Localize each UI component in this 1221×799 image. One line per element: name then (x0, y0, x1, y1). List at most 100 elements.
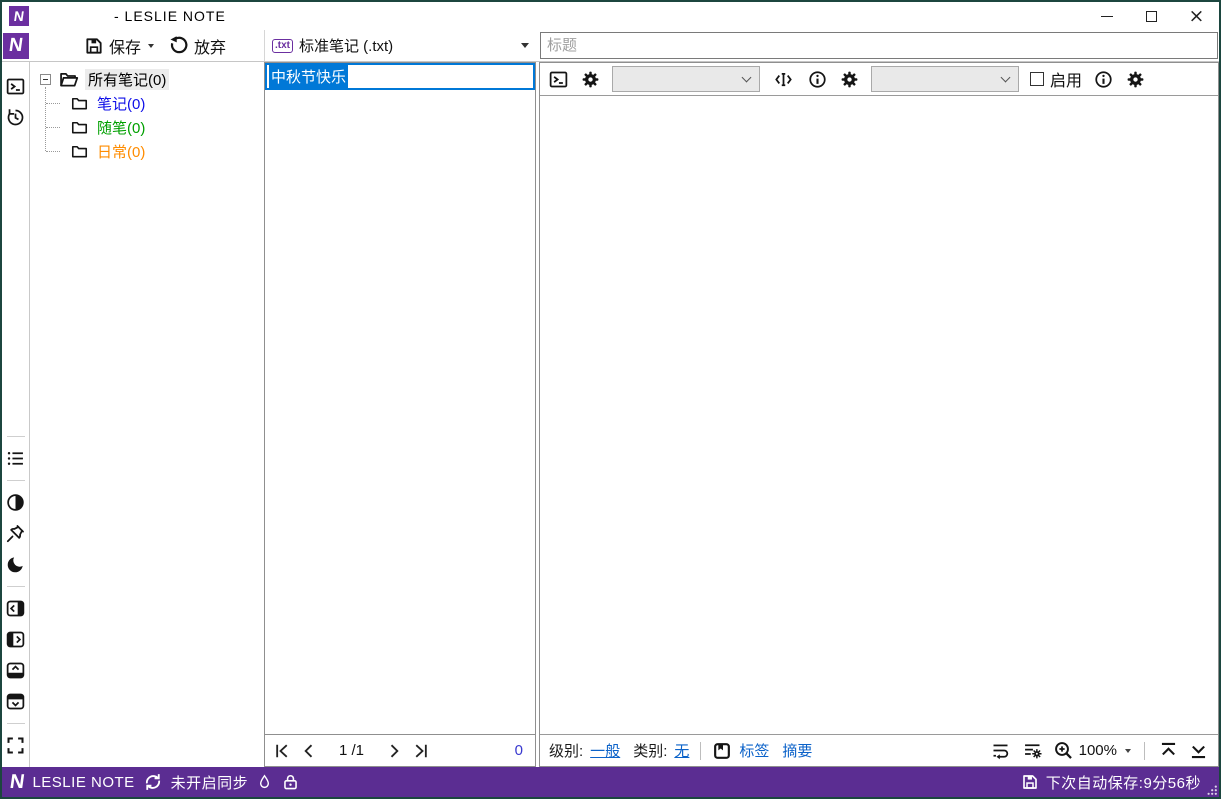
enable-checkbox-group[interactable]: 启用 (1030, 67, 1082, 91)
note-list-body[interactable] (265, 90, 535, 734)
ink-drop-icon[interactable] (256, 772, 273, 792)
maximize-button[interactable] (1129, 2, 1174, 30)
folder-tree: 所有笔记(0) 笔记(0) 随笔(0) 日常(0) (30, 62, 264, 767)
sync-status[interactable]: 未开启同步 (171, 772, 249, 793)
note-item-selected-text: 中秋节快乐 (269, 65, 349, 88)
info-icon[interactable] (807, 69, 828, 90)
chevron-down-icon (741, 72, 752, 82)
maximize-icon (1146, 10, 1157, 22)
list-settings-button[interactable] (1021, 740, 1044, 761)
resize-grip[interactable] (1206, 784, 1218, 796)
zoom-in-icon (1053, 740, 1074, 761)
dark-mode-button[interactable] (5, 554, 26, 575)
title-bar: N - LESLIE NOTE × (2, 2, 1219, 30)
save-button[interactable]: 保存 (84, 34, 155, 58)
save-button-label: 保存 (109, 39, 142, 57)
tree-expander-icon[interactable] (40, 73, 51, 85)
undo-icon (168, 35, 189, 56)
gear-icon[interactable] (839, 69, 860, 90)
app-logo-icon: N (9, 6, 29, 26)
scroll-to-bottom-button[interactable] (1188, 740, 1209, 761)
minimize-icon (1100, 15, 1113, 17)
text-cursor-icon[interactable] (771, 69, 796, 90)
last-page-button[interactable] (410, 741, 430, 761)
note-type-selector[interactable]: .txt 标准笔记 (.txt) (264, 30, 536, 61)
word-wrap-button[interactable] (989, 740, 1012, 761)
pagination-bar: 1 /1 0 (265, 734, 535, 766)
level-link[interactable]: 一般 (590, 740, 620, 761)
app-logo-icon-large: N (3, 32, 29, 59)
window-controls: × (1084, 2, 1219, 30)
editor-panel: 启用 级别: 一般 类别: 无 标签 摘要 100% (539, 62, 1219, 767)
editor-content[interactable] (540, 96, 1218, 734)
zoom-caret-icon (1125, 748, 1131, 753)
rail-separator (6, 586, 25, 587)
fullscreen-button[interactable] (5, 735, 26, 756)
tags-link[interactable]: 标签 (739, 740, 769, 761)
discard-button-label: 放弃 (194, 39, 227, 57)
collapse-right-panel-button[interactable] (5, 629, 26, 650)
history-button[interactable] (5, 107, 26, 128)
note-list-panel: 中秋节快乐 1 /1 0 (264, 62, 536, 767)
enable-label: 启用 (1050, 73, 1083, 90)
tree-item-label: 随笔(0) (97, 119, 146, 137)
autosave-countdown: 下次自动保存:9分56秒 (1045, 774, 1201, 792)
chevron-down-icon (1000, 72, 1011, 82)
sync-icon[interactable] (143, 772, 163, 792)
collapse-top-panel-button[interactable] (5, 660, 26, 681)
minimize-button[interactable] (1084, 2, 1129, 30)
save-floppy-icon (84, 36, 104, 56)
close-button[interactable]: × (1174, 2, 1219, 30)
scroll-to-top-button[interactable] (1158, 740, 1179, 761)
summary-link[interactable]: 摘要 (782, 740, 812, 761)
info-icon[interactable] (1093, 69, 1114, 90)
editor-toolbar: 启用 (540, 63, 1218, 96)
icon-rail (2, 62, 30, 767)
status-bar: N LESLIE NOTE 未开启同步 下次自动保存:9分56秒 (2, 767, 1219, 797)
rail-separator (6, 436, 25, 437)
plugin-select-1[interactable] (612, 66, 760, 92)
rail-separator (6, 723, 25, 724)
lock-icon[interactable] (281, 772, 300, 792)
rail-separator (6, 480, 25, 481)
gear-icon[interactable] (1125, 69, 1146, 90)
editor-footer: 级别: 一般 类别: 无 标签 摘要 100% (540, 734, 1218, 766)
statusbar-app-name: LESLIE NOTE (32, 773, 135, 791)
plugin-select-2[interactable] (871, 66, 1019, 92)
sidebar-logo-cell: N (2, 30, 30, 61)
note-title-input[interactable] (540, 32, 1218, 59)
terminal-button[interactable] (5, 76, 26, 97)
tree-item-essays[interactable]: 随笔(0) (30, 115, 264, 139)
category-link[interactable]: 无 (674, 740, 689, 761)
tree-item-all-notes[interactable]: 所有笔记(0) (30, 67, 264, 91)
enable-checkbox[interactable] (1030, 72, 1044, 86)
autosave-floppy-icon (1021, 772, 1039, 792)
note-type-caret-icon (521, 43, 529, 48)
note-title-cell (536, 30, 1219, 61)
discard-button[interactable]: 放弃 (168, 34, 226, 58)
zoom-control[interactable]: 100% (1053, 740, 1131, 761)
app-window: N - LESLIE NOTE × N 保存 放弃 .txt 标准笔记 (.tx… (0, 0, 1221, 799)
level-label: 级别: (549, 743, 584, 760)
note-title-edit-row[interactable]: 中秋节快乐 (265, 63, 535, 90)
terminal-button[interactable] (548, 69, 569, 90)
first-page-button[interactable] (273, 741, 293, 761)
pin-button[interactable] (5, 523, 26, 544)
tree-item-notes[interactable]: 笔记(0) (30, 91, 264, 115)
main-toolbar: N 保存 放弃 .txt 标准笔记 (.txt) (2, 30, 1219, 62)
page-indicator: 1 /1 (339, 742, 365, 759)
bookmark-icon (712, 741, 732, 761)
footer-separator (700, 741, 702, 760)
save-dropdown-caret-icon[interactable] (148, 43, 155, 48)
tree-item-daily[interactable]: 日常(0) (30, 139, 264, 163)
note-type-label: 标准笔记 (.txt) (299, 38, 394, 55)
txt-badge-icon: .txt (272, 38, 293, 53)
collapse-left-panel-button[interactable] (5, 598, 26, 619)
collapse-bottom-panel-button[interactable] (5, 691, 26, 712)
contrast-button[interactable] (5, 492, 26, 513)
prev-page-button[interactable] (299, 741, 319, 761)
next-page-button[interactable] (384, 741, 404, 761)
folder-icon (70, 142, 89, 161)
list-view-button[interactable] (5, 448, 26, 469)
gear-icon[interactable] (580, 69, 601, 90)
